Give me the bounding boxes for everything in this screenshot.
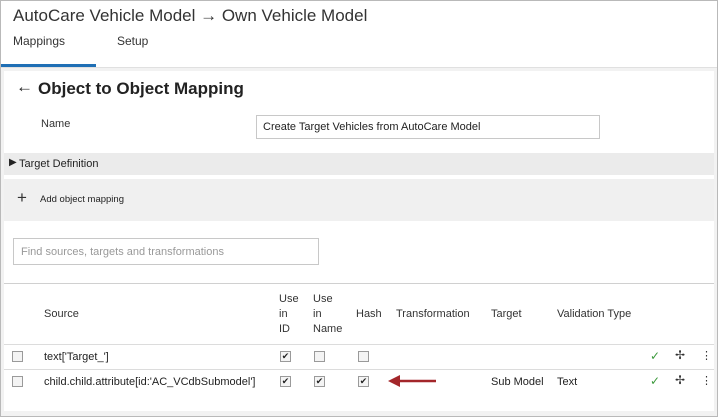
target-definition-label: Target Definition — [19, 158, 99, 170]
back-arrow-icon[interactable]: ← — [16, 77, 33, 97]
check-icon[interactable]: ✓ — [650, 349, 660, 363]
header-hash: Hash — [356, 308, 382, 320]
header-validation-type: Validation Type — [557, 308, 632, 320]
kebab-menu-icon[interactable]: ⋮ — [701, 349, 712, 362]
search-input[interactable]: Find sources, targets and transformation… — [13, 238, 319, 265]
mapping-table: Source Use in ID Use in Name Hash Transforma… — [4, 283, 714, 394]
mapping-card: ← Object to Object Mapping Name Create T… — [4, 71, 714, 411]
add-object-mapping-button[interactable]: Add object mapping — [40, 194, 124, 205]
app-window: AutoCare Vehicle Model → Own Vehicle Mod… — [0, 0, 718, 417]
tab-setup[interactable]: Setup — [117, 34, 148, 48]
active-tab-indicator — [1, 64, 96, 67]
triangle-right-icon[interactable]: ▶ — [9, 157, 17, 168]
validation-type-cell: Text — [557, 376, 578, 388]
header-target: Target — [491, 308, 522, 320]
use-in-id-checkbox[interactable]: ✔ — [280, 376, 291, 387]
name-label: Name — [41, 118, 71, 130]
kebab-menu-icon[interactable]: ⋮ — [701, 374, 712, 387]
hash-checkbox[interactable]: ✔ — [358, 376, 369, 387]
table-row[interactable]: text['Target_'] ✔ ✓ ✢ ⋮ — [4, 344, 714, 369]
target-definition-section[interactable]: ▶ Target Definition — [4, 153, 714, 175]
name-input[interactable]: Create Target Vehicles from AutoCare Mod… — [256, 115, 600, 139]
row-select-checkbox[interactable] — [12, 376, 23, 387]
move-icon[interactable]: ✢ — [675, 373, 685, 387]
hash-checkbox[interactable] — [358, 351, 369, 362]
page-title: Object to Object Mapping — [38, 79, 244, 98]
header-use-in-id: Use in ID — [279, 293, 299, 335]
row-select-checkbox[interactable] — [12, 351, 23, 362]
top-bar: AutoCare Vehicle Model → Own Vehicle Mod… — [1, 1, 717, 68]
source-cell: text['Target_'] — [44, 351, 109, 363]
check-icon[interactable]: ✓ — [650, 374, 660, 388]
source-cell: child.child.attribute[id:'AC_VCdbSubmode… — [44, 376, 256, 388]
plus-icon[interactable]: + — [17, 188, 27, 208]
header-source: Source — [44, 308, 79, 320]
header-transformation: Transformation — [396, 308, 470, 320]
app-title: AutoCare Vehicle Model → Own Vehicle Mod… — [13, 6, 368, 25]
target-cell: Sub Model — [491, 376, 544, 388]
use-in-id-checkbox[interactable]: ✔ — [280, 351, 291, 362]
move-icon[interactable]: ✢ — [675, 348, 685, 362]
tab-mappings[interactable]: Mappings — [13, 34, 65, 48]
add-object-mapping-bar[interactable]: + Add object mapping — [4, 179, 714, 221]
table-row[interactable]: child.child.attribute[id:'AC_VCdbSubmode… — [4, 369, 714, 394]
header-use-in-name: Use in Name — [313, 293, 343, 335]
use-in-name-checkbox[interactable]: ✔ — [314, 376, 325, 387]
use-in-name-checkbox[interactable] — [314, 351, 325, 362]
annotation-arrow-icon — [388, 375, 436, 387]
